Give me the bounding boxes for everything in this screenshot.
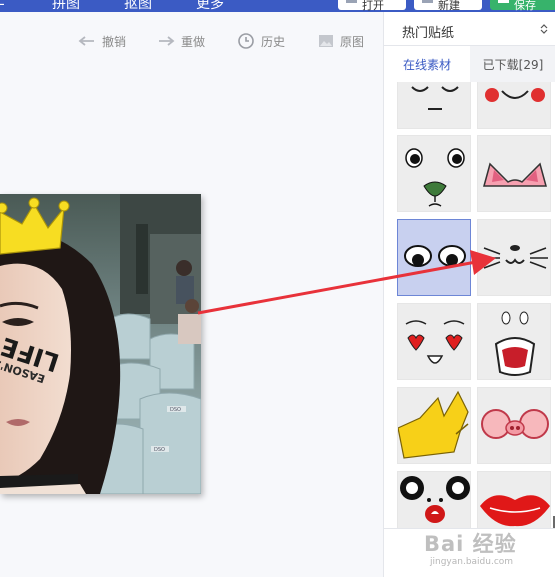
sticker-red-lips[interactable]	[477, 471, 551, 528]
open-button-label: 打开	[362, 0, 384, 12]
nav-tab-cutout[interactable]: 抠图	[124, 0, 152, 12]
history-label: 历史	[261, 34, 286, 49]
undo-arrow-icon	[78, 36, 94, 46]
nav-tab-collage[interactable]: 拼图	[52, 0, 80, 12]
sticker-bunny-mouth[interactable]	[477, 303, 551, 380]
sticker-panel: 热门贴纸 在线素材 已下载[29]	[383, 12, 555, 577]
image-icon	[319, 35, 333, 47]
sticker-pig-nose-glasses[interactable]	[477, 387, 551, 464]
pig-nose-glasses-icon	[481, 409, 549, 439]
sticker-gold-crown[interactable]	[397, 387, 471, 464]
watermark-mark: Bai 经验	[424, 532, 517, 556]
crown-icon	[398, 390, 469, 459]
undo-button[interactable]: 撤销	[78, 31, 126, 51]
sticker-cat-whiskers[interactable]	[477, 219, 551, 296]
original-image-label: 原图	[340, 34, 365, 49]
top-navigation-bar: E 拼图 抠图 更多 打开 新建 保存	[0, 0, 555, 12]
sticker-sleepy-face[interactable]	[397, 82, 471, 129]
red-lips-icon	[480, 495, 550, 527]
sleepy-face-icon	[411, 86, 459, 110]
bear-face-icon	[405, 148, 465, 207]
big-eyes-icon	[404, 245, 466, 267]
photo-scene: DSO DSO EASON'S LIFE	[0, 194, 201, 494]
redo-button[interactable]: 重做	[157, 31, 205, 51]
sticker-hearts-face[interactable]	[397, 303, 471, 380]
tab-online-materials[interactable]: 在线素材	[384, 46, 470, 82]
nav-tab-partial[interactable]: E	[0, 0, 5, 9]
sticker-tabs: 在线素材 已下载[29]	[384, 46, 555, 82]
plus-icon	[422, 0, 433, 3]
clock-icon	[238, 33, 254, 49]
blush-smile-icon	[485, 88, 545, 102]
sticker-category-value: 热门贴纸	[402, 26, 455, 41]
new-button-label: 新建	[438, 0, 460, 12]
sticker-blush-smile[interactable]	[477, 82, 551, 129]
hearts-face-icon	[405, 320, 465, 364]
cartoon-eyes-icon	[400, 476, 470, 523]
tab-downloaded[interactable]: 已下载[29]	[470, 46, 555, 82]
undo-label: 撤销	[102, 34, 127, 49]
edited-photo[interactable]: DSO DSO EASON'S LIFE	[0, 194, 201, 494]
sticker-big-eyes-selected[interactable]	[397, 219, 471, 296]
sticker-bear-face[interactable]	[397, 135, 471, 212]
save-icon	[498, 0, 509, 3]
sticker-category-select[interactable]: 热门贴纸	[384, 12, 555, 46]
edit-toolbar: 撤销 重做 历史 原图	[0, 31, 383, 53]
original-image-button[interactable]: 原图	[318, 31, 364, 51]
open-button[interactable]: 打开	[338, 0, 406, 12]
redo-arrow-icon	[159, 36, 175, 46]
new-button[interactable]: 新建	[414, 0, 482, 12]
sticker-cat-ears[interactable]	[477, 135, 551, 212]
chevron-updown-icon	[540, 24, 548, 34]
save-button[interactable]: 保存	[490, 0, 555, 12]
folder-icon	[346, 0, 357, 3]
history-button[interactable]: 历史	[237, 31, 285, 51]
nav-tab-more[interactable]: 更多	[196, 0, 224, 12]
cat-whiskers-icon	[482, 245, 548, 269]
baidu-jingyan-watermark: Bai 经验 jingyan.baidu.com	[424, 528, 552, 574]
sticker-grid	[384, 82, 555, 529]
sticker-cartoon-eyes[interactable]	[397, 471, 471, 528]
watermark-url: jingyan.baidu.com	[430, 557, 514, 567]
bunny-mouth-icon	[494, 311, 536, 376]
cat-ears-icon	[483, 162, 547, 187]
save-button-label: 保存	[514, 0, 536, 12]
seat-label: DSO	[154, 447, 165, 453]
redo-label: 重做	[181, 34, 206, 49]
seat-label: DSO	[170, 407, 181, 413]
